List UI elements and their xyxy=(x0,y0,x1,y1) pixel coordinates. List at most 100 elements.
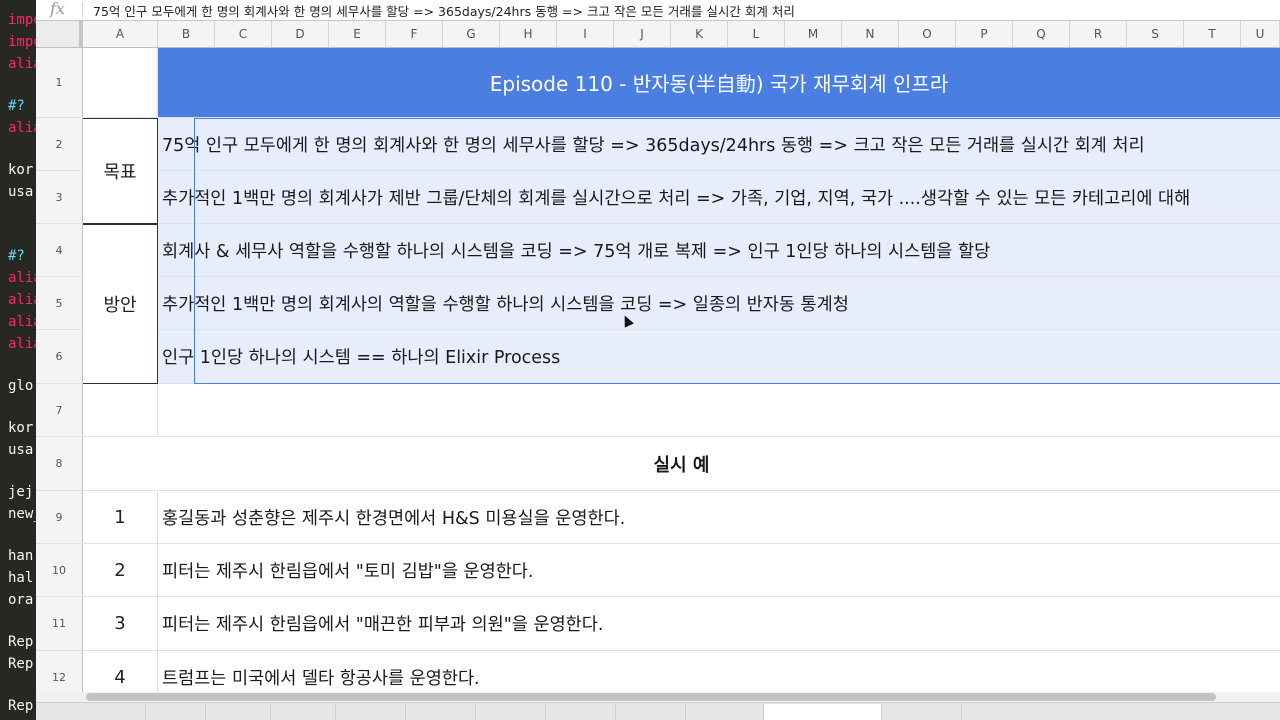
examples-heading-cell[interactable]: 실시 예 xyxy=(83,437,1280,490)
table-row: 5 추가적인 1백만 명의 회계사의 역할을 수행할 하나의 시스템을 코딩 =… xyxy=(36,277,1280,330)
sheet-tab[interactable] xyxy=(336,704,406,720)
column-header-c[interactable]: C xyxy=(215,21,272,47)
table-row: 7 xyxy=(36,384,1280,437)
code-line: Rep xyxy=(8,656,34,672)
sheet-tab[interactable] xyxy=(616,704,686,720)
code-line: glo xyxy=(8,378,34,394)
method-text-cell[interactable]: 인구 1인당 하나의 시스템 == 하나의 Elixir Process xyxy=(158,330,1280,383)
row-header[interactable]: 5 xyxy=(36,277,83,329)
code-line: #? xyxy=(8,248,25,264)
row-header[interactable]: 1 xyxy=(36,48,83,117)
row-header[interactable]: 3 xyxy=(36,171,83,223)
table-row: 2 75억 인구 모두에게 한 명의 회계사와 한 명의 세무사를 할당 => … xyxy=(36,118,1280,171)
column-header-l[interactable]: L xyxy=(728,21,785,47)
row-header[interactable]: 10 xyxy=(36,544,83,596)
code-line: usa xyxy=(8,184,34,200)
spreadsheet: fx 75억 인구 모두에게 한 명의 회계사와 한 명의 세무사를 할당 =>… xyxy=(36,0,1280,720)
column-header-t[interactable]: T xyxy=(1184,21,1241,47)
fx-icon: fx xyxy=(50,0,65,18)
column-header-j[interactable]: J xyxy=(614,21,671,47)
goal-text-cell[interactable]: 추가적인 1백만 명의 회계사가 제반 그룹/단체의 회계를 실시간으로 처리 … xyxy=(158,171,1280,223)
code-line: kor xyxy=(8,162,34,178)
column-header-r[interactable]: R xyxy=(1070,21,1127,47)
example-number-cell[interactable]: 2 xyxy=(83,544,158,596)
goal-label-cell[interactable]: 목표 xyxy=(83,118,158,224)
horizontal-scrollbar[interactable] xyxy=(36,692,1280,702)
code-line: alia xyxy=(8,270,36,286)
column-header-q[interactable]: Q xyxy=(1013,21,1070,47)
select-all-corner[interactable] xyxy=(36,21,83,47)
row-header[interactable]: 2 xyxy=(36,118,83,170)
row-header[interactable]: 7 xyxy=(36,384,83,436)
sheet-title-cell[interactable]: Episode 110 - 반자동(半自動) 국가 재무회계 인프라 xyxy=(158,48,1280,117)
table-row: 1 Episode 110 - 반자동(半自動) 국가 재무회계 인프라 xyxy=(36,48,1280,118)
sheet-tab[interactable] xyxy=(146,704,206,720)
column-header-u[interactable]: U xyxy=(1241,21,1280,47)
table-row: 8 실시 예 xyxy=(36,437,1280,491)
column-header-f[interactable]: F xyxy=(386,21,443,47)
cell-a1[interactable] xyxy=(83,48,158,117)
column-header-e[interactable]: E xyxy=(329,21,386,47)
code-line: alia xyxy=(8,292,36,308)
table-row: 3 추가적인 1백만 명의 회계사가 제반 그룹/단체의 회계를 실시간으로 처… xyxy=(36,171,1280,224)
code-line: jej xyxy=(8,484,34,500)
sheet-tab[interactable] xyxy=(882,704,962,720)
sheet-tab[interactable] xyxy=(546,704,616,720)
code-line: alia xyxy=(8,336,36,352)
sheet-tab[interactable] xyxy=(476,704,546,720)
column-header-o[interactable]: O xyxy=(899,21,956,47)
formula-bar-content[interactable]: 75억 인구 모두에게 한 명의 회계사와 한 명의 세무사를 할당 => 36… xyxy=(93,1,795,20)
example-text-cell[interactable]: 홍길동과 성춘향은 제주시 한경면에서 H&S 미용실을 운영한다. xyxy=(158,491,1280,543)
goal-text-cell[interactable]: 75억 인구 모두에게 한 명의 회계사와 한 명의 세무사를 할당 => 36… xyxy=(158,118,1280,170)
table-row: 10 2 피터는 제주시 한림읍에서 "토미 김밥"을 운영한다. xyxy=(36,544,1280,597)
formula-bar-divider xyxy=(82,2,83,18)
row-header[interactable]: 6 xyxy=(36,330,83,383)
column-header-h[interactable]: H xyxy=(500,21,557,47)
formula-bar[interactable]: fx 75억 인구 모두에게 한 명의 회계사와 한 명의 세무사를 할당 =>… xyxy=(36,0,1280,21)
table-row: 6 인구 1인당 하나의 시스템 == 하나의 Elixir Process xyxy=(36,330,1280,384)
code-line: #? xyxy=(8,98,25,114)
scrollbar-thumb[interactable] xyxy=(86,693,1216,701)
code-line: alia xyxy=(8,120,36,136)
code-line: alia xyxy=(8,56,36,72)
sheet-tab[interactable] xyxy=(271,704,336,720)
row-header[interactable]: 9 xyxy=(36,491,83,543)
method-text-cell[interactable]: 회계사 & 세무사 역할을 수행할 하나의 시스템을 코딩 => 75억 개로 … xyxy=(158,224,1280,276)
column-header-k[interactable]: K xyxy=(671,21,728,47)
sheet-tab[interactable] xyxy=(206,704,271,720)
column-header-s[interactable]: S xyxy=(1127,21,1184,47)
sheet-tab-bar xyxy=(36,702,1280,720)
example-text-cell[interactable]: 피터는 제주시 한림읍에서 "매끈한 피부과 의원"을 운영한다. xyxy=(158,597,1280,650)
column-header-p[interactable]: P xyxy=(956,21,1013,47)
column-header-b[interactable]: B xyxy=(158,21,215,47)
column-header-a[interactable]: A xyxy=(83,21,158,47)
example-number-cell[interactable]: 1 xyxy=(83,491,158,543)
column-header-i[interactable]: I xyxy=(557,21,614,47)
example-text-cell[interactable]: 피터는 제주시 한림읍에서 "토미 김밥"을 운영한다. xyxy=(158,544,1280,596)
row-header[interactable]: 8 xyxy=(36,437,83,490)
code-line: hal xyxy=(8,570,34,586)
sheet-tab[interactable] xyxy=(686,704,764,720)
table-row: 11 3 피터는 제주시 한림읍에서 "매끈한 피부과 의원"을 운영한다. xyxy=(36,597,1280,651)
sheet-tab[interactable] xyxy=(36,704,146,720)
sheet-tab-active[interactable] xyxy=(764,704,882,720)
cell-b7[interactable] xyxy=(158,384,1280,436)
table-row: 9 1 홍길동과 성춘향은 제주시 한경면에서 H&S 미용실을 운영한다. xyxy=(36,491,1280,544)
code-line: new_ xyxy=(8,506,36,522)
column-header-g[interactable]: G xyxy=(443,21,500,47)
method-text-cell[interactable]: 추가적인 1백만 명의 회계사의 역할을 수행할 하나의 시스템을 코딩 => … xyxy=(158,277,1280,329)
code-line: usa xyxy=(8,442,34,458)
code-line: han xyxy=(8,548,34,564)
column-header-bar: A B C D E F G H I J K L M N O P Q R S T … xyxy=(36,21,1280,48)
column-header-n[interactable]: N xyxy=(842,21,899,47)
sheet-tab[interactable] xyxy=(406,704,476,720)
method-label-cell[interactable]: 방안 xyxy=(83,224,158,384)
column-header-m[interactable]: M xyxy=(785,21,842,47)
row-header[interactable]: 11 xyxy=(36,597,83,650)
cell-a7[interactable] xyxy=(83,384,158,436)
column-header-d[interactable]: D xyxy=(272,21,329,47)
example-number-cell[interactable]: 3 xyxy=(83,597,158,650)
code-line: kor xyxy=(8,420,34,436)
row-header[interactable]: 4 xyxy=(36,224,83,276)
code-line: ora xyxy=(8,592,34,608)
